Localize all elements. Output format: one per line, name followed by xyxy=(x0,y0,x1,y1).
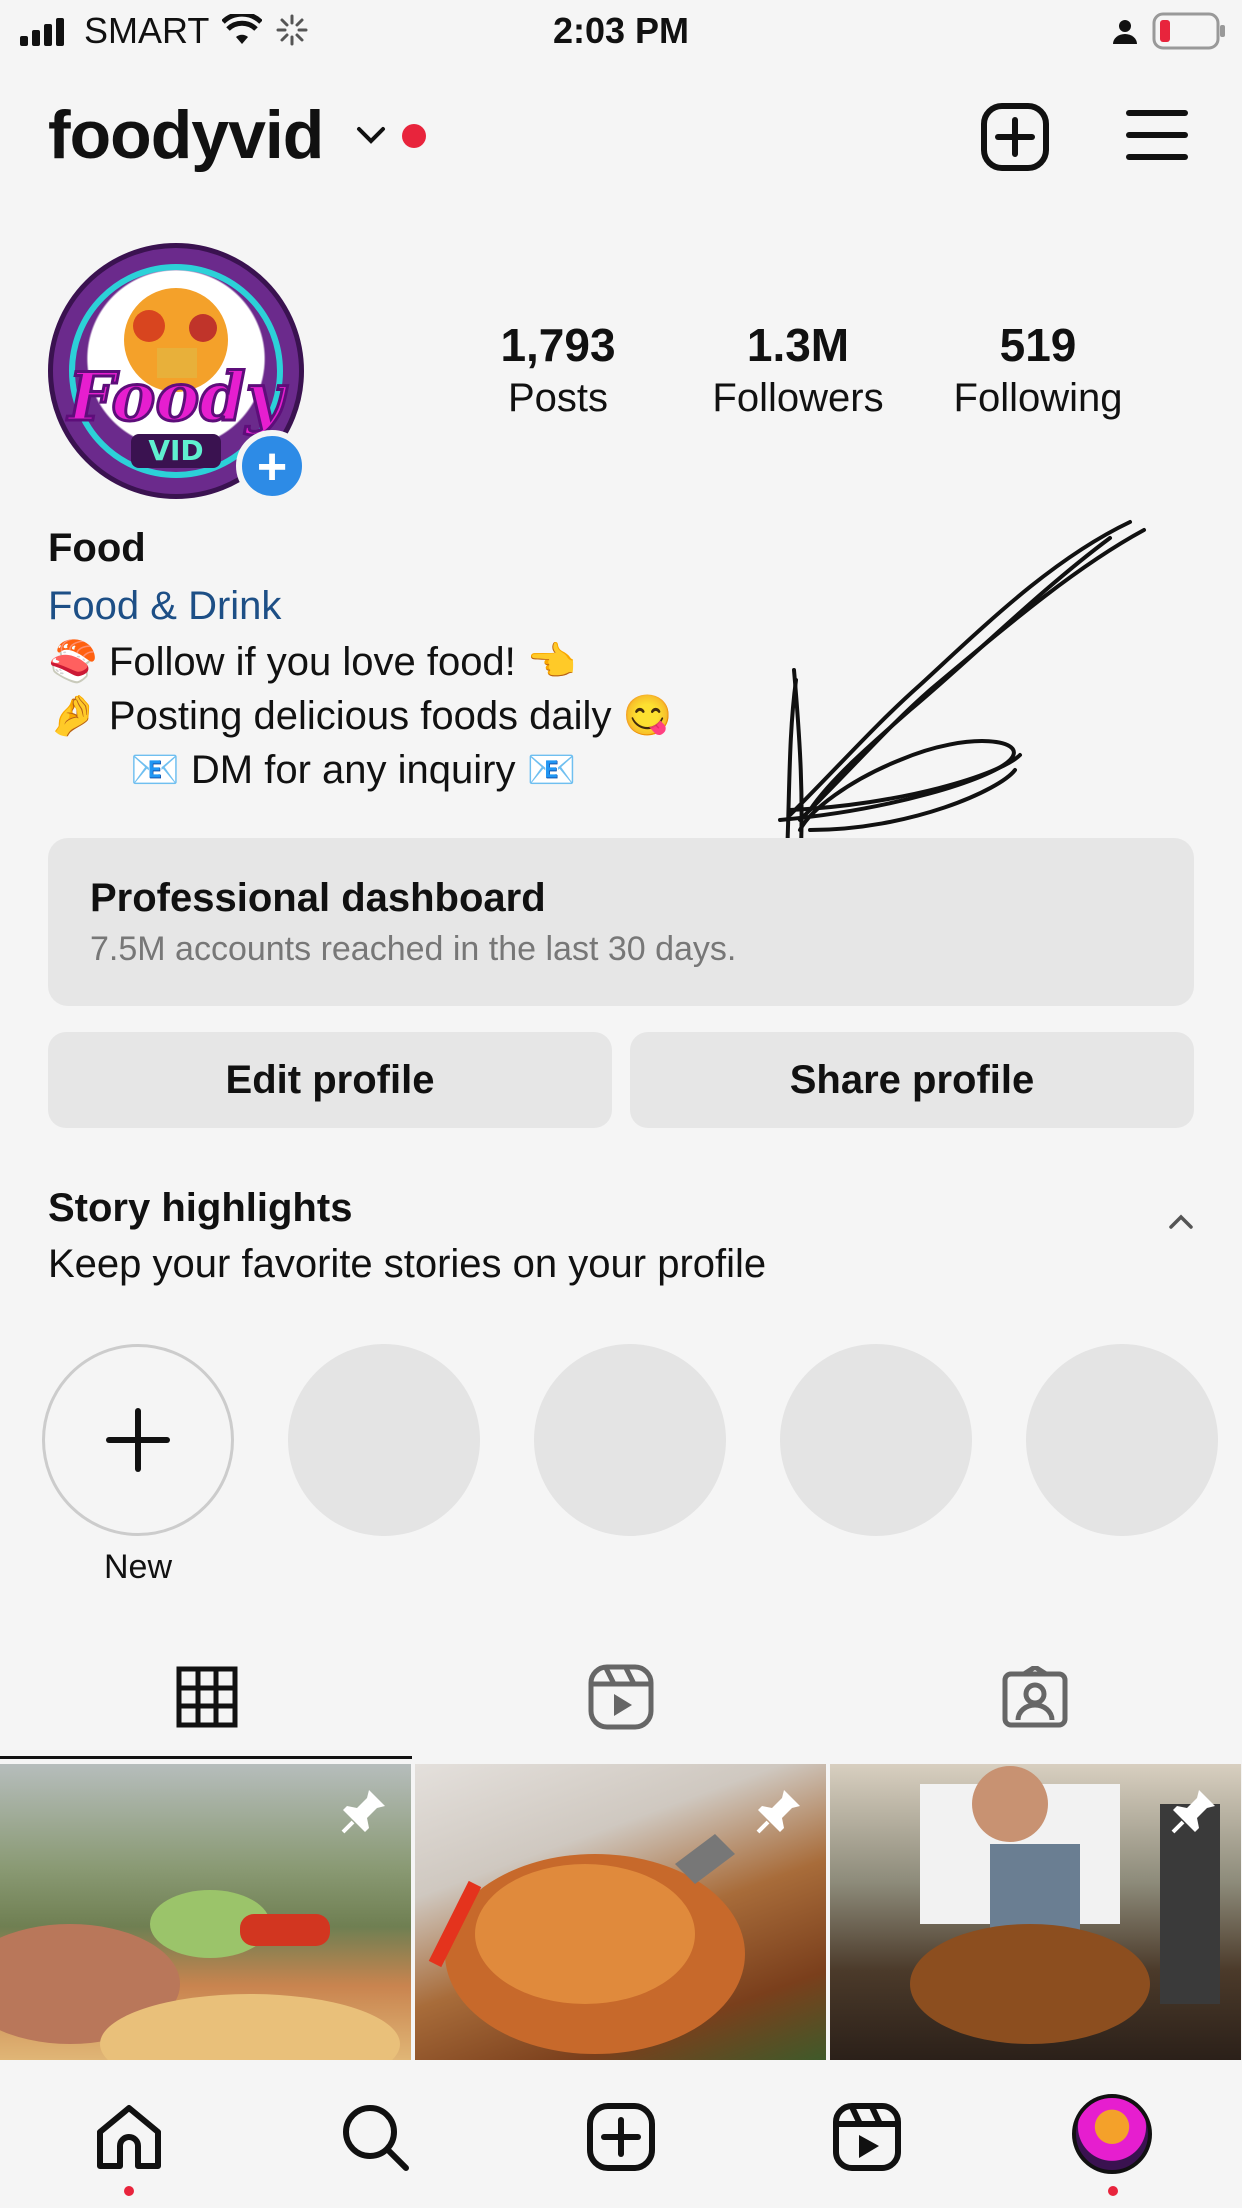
notification-dot xyxy=(402,124,426,148)
create-icon[interactable] xyxy=(586,2102,656,2172)
stat-followers[interactable]: 1.3M Followers xyxy=(688,318,908,421)
home-icon[interactable] xyxy=(94,2102,164,2172)
highlight-placeholder xyxy=(1026,1344,1218,1536)
posts-count: 1,793 xyxy=(500,319,616,371)
chevron-down-icon[interactable] xyxy=(356,126,386,146)
grid-tab-icon[interactable] xyxy=(176,1666,238,1728)
new-highlight-label: New xyxy=(103,1548,173,1586)
bio-line-2: 🤌 Posting delicious foods daily 😋 xyxy=(48,694,673,738)
new-highlight-button[interactable] xyxy=(42,1344,234,1536)
highlight-placeholder xyxy=(288,1344,480,1536)
stat-posts[interactable]: 1,793 Posts xyxy=(448,318,668,421)
person-icon xyxy=(1113,20,1137,44)
status-bar: SMART 2:03 PM xyxy=(0,0,1242,62)
profile-name: Food xyxy=(48,526,146,570)
share-profile-button[interactable]: Share profile xyxy=(630,1032,1194,1128)
highlight-placeholder xyxy=(534,1344,726,1536)
active-tab-indicator xyxy=(0,1756,412,1759)
create-post-icon[interactable] xyxy=(980,102,1050,172)
chevron-up-icon[interactable] xyxy=(1168,1212,1194,1230)
search-icon[interactable] xyxy=(340,2102,410,2172)
profile-username[interactable]: foodyvid xyxy=(48,96,324,174)
plus-icon xyxy=(106,1408,170,1472)
highlights-title: Story highlights xyxy=(48,1186,353,1230)
highlight-placeholder xyxy=(780,1344,972,1536)
edit-profile-button[interactable]: Edit profile xyxy=(48,1032,612,1128)
clock: 2:03 PM xyxy=(552,10,690,51)
reels-tab-icon[interactable] xyxy=(588,1664,654,1730)
dashboard-title: Professional dashboard xyxy=(90,876,546,920)
stat-following[interactable]: 519 Following xyxy=(928,318,1148,421)
following-count: 519 xyxy=(999,319,1077,371)
reels-icon[interactable] xyxy=(832,2102,902,2172)
profile-category[interactable]: Food & Drink xyxy=(48,584,281,629)
home-notification-dot xyxy=(124,2186,134,2196)
posts-label: Posts xyxy=(507,376,609,420)
add-story-button[interactable]: + xyxy=(236,430,308,502)
pin-icon xyxy=(1171,1790,1215,1834)
svg-text:VID: VID xyxy=(148,434,203,467)
professional-dashboard-card[interactable]: Professional dashboard 7.5M accounts rea… xyxy=(48,838,1194,1006)
highlights-subtitle: Keep your favorite stories on your profi… xyxy=(48,1242,767,1286)
menu-icon[interactable] xyxy=(1126,108,1188,162)
profile-notification-dot xyxy=(1108,2186,1118,2196)
battery-icon xyxy=(1152,12,1225,50)
following-label: Following xyxy=(953,376,1123,420)
followers-count: 1.3M xyxy=(746,319,850,371)
dashboard-subtitle: 7.5M accounts reached in the last 30 day… xyxy=(90,930,737,968)
profile-tab-avatar[interactable] xyxy=(1072,2094,1152,2174)
bio-line-1: 🍣 Follow if you love food! 👈 xyxy=(48,640,577,684)
bottom-navigation xyxy=(0,2062,1242,2208)
pin-icon xyxy=(756,1790,800,1834)
tagged-tab-icon[interactable] xyxy=(1002,1666,1068,1728)
grid-post-2[interactable] xyxy=(415,1764,826,2060)
followers-label: Followers xyxy=(712,376,884,420)
pin-icon xyxy=(341,1790,385,1834)
bio-line-3: 📧 DM for any inquiry 📧 xyxy=(130,748,577,792)
svg-text:Foody: Foody xyxy=(66,358,288,436)
handwritten-scribble xyxy=(778,520,1146,882)
grid-post-3[interactable] xyxy=(830,1764,1241,2060)
grid-post-1[interactable] xyxy=(0,1764,411,2060)
